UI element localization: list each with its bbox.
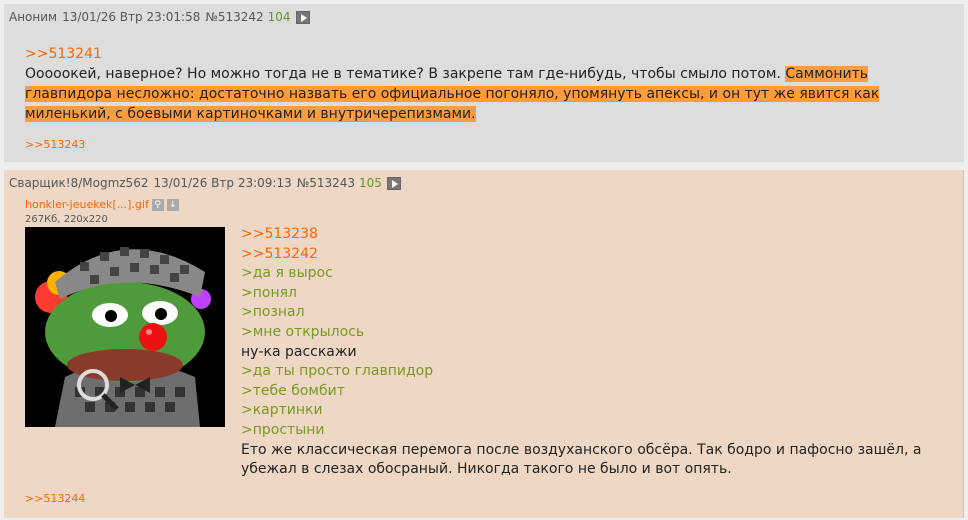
greentext-line: >да я вырос [241,265,333,282]
post-513242: Аноним 13/01/26 Втр 23:01:58 №513242 104… [4,4,964,162]
post-author: Аноним [9,10,58,24]
post-number[interactable]: №513243 [297,176,355,190]
post-datetime: 13/01/26 Втр 23:01:58 [62,10,201,24]
text-line: ну-ка расскажи [241,343,357,360]
greentext-line: >познал [241,304,305,321]
post-text: Ооооокей, наверное? Но можно тогда не в … [25,66,786,82]
backlink[interactable]: >>513244 [25,492,85,505]
reply-count: 104 [267,10,291,24]
greentext-line: >мне открылось [241,323,365,340]
file-name-link[interactable]: honkler-jeuekek[...].gif [25,198,149,211]
greentext-line: >простыни [241,421,325,438]
backlink[interactable]: >>513243 [25,138,85,151]
reply-link[interactable]: >>513238 [241,225,951,245]
reply-link[interactable]: >>513242 [241,245,951,265]
post-header: Сварщик!8/Mogmz562 13/01/26 Втр 23:09:13… [9,176,401,190]
post-body: >>513241 Ооооокей, наверное? Но можно то… [25,44,935,124]
download-icon[interactable]: ↓ [166,198,179,211]
attachment-thumbnail[interactable] [25,227,225,427]
post-header: Аноним 13/01/26 Втр 23:01:58 №513242 104 [9,10,310,24]
post-513243: Сварщик!8/Mogmz562 13/01/26 Втр 23:09:13… [4,170,964,518]
reply-count: 105 [359,176,382,190]
greentext-line: >тебе бомбит [241,382,345,399]
post-author: Сварщик!8/Mogmz562 [9,176,149,190]
file-info: honkler-jeuekek[...].gif ⚲ ↓ [25,198,179,211]
text-line: Ето же классическая перемога после возду… [241,441,922,478]
file-meta: 267Кб, 220x220 [25,214,108,225]
search-icon[interactable]: ⚲ [151,198,164,211]
greentext-line: >картинки [241,402,323,419]
greentext-line: >понял [241,284,297,301]
reply-link[interactable]: >>513241 [25,44,935,64]
greentext-line: >да ты просто главпидор [241,363,434,380]
post-number[interactable]: №513242 [205,10,263,24]
play-icon[interactable] [386,176,401,190]
clown-pepe-image [25,227,225,427]
post-datetime: 13/01/26 Втр 23:09:13 [153,176,292,190]
post-body: >>513238 >>513242 >да я вырос >понял >познал… [241,225,951,480]
play-icon[interactable] [295,10,310,24]
